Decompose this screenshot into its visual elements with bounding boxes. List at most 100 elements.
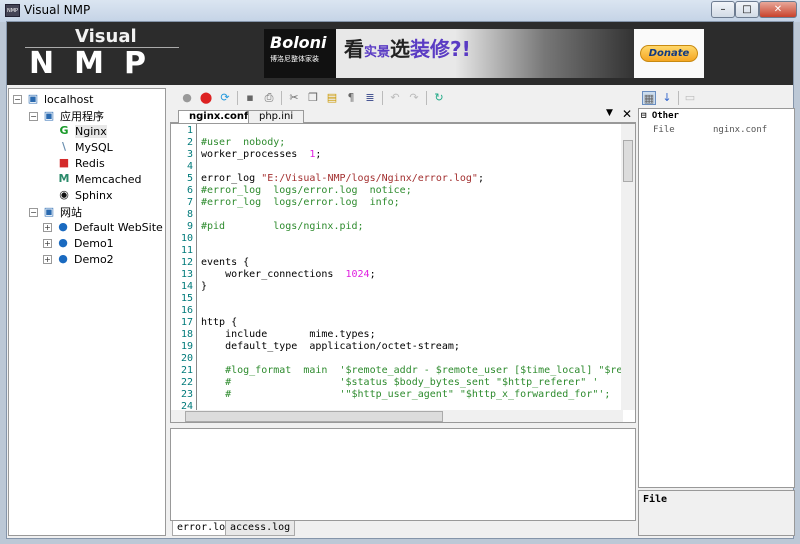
tree-node-redis[interactable]: ■ Redis [57,156,105,170]
line-number: 8 [186,209,193,220]
sort-alpha-icon[interactable]: ↓ [660,91,674,105]
code-line[interactable]: #log_format main '$remote_addr - $remote… [201,365,635,376]
stop-icon[interactable]: ⬤ [199,91,213,105]
line-number: 15 [180,293,193,304]
log-output[interactable] [170,428,636,521]
tree-node-site[interactable]: + ● Demo2 [43,252,114,266]
minimize-button[interactable]: – [711,1,735,18]
line-number: 11 [180,245,193,256]
expand-icon[interactable]: + [43,222,52,232]
code-line[interactable]: #user nobody; [201,137,285,148]
copy-icon[interactable]: ❐ [306,91,320,105]
undo-icon[interactable]: ↶ [388,91,402,105]
maximize-button[interactable]: □ [735,1,759,18]
line-number: 6 [186,185,193,196]
categorized-icon[interactable]: ▦ [642,91,656,105]
line-number: 20 [180,353,193,364]
cut-icon[interactable]: ✂ [287,91,301,105]
close-tab-icon[interactable]: ✕ [622,107,632,121]
app-icon: NMP [5,4,20,17]
code-line[interactable]: #pid logs/nginx.pid; [201,221,364,232]
tab-dropdown-icon[interactable]: ▼ [606,108,613,118]
save-icon[interactable]: ▪ [243,91,257,105]
code-line[interactable]: events { [201,257,249,268]
property-value[interactable]: nginx.conf [713,125,767,135]
properties-toolbar: ▦ ↓ ▭ [638,88,795,108]
line-number: 1 [186,125,193,136]
tree-node-site[interactable]: + ● Default WebSite [43,220,163,234]
tab-access-log[interactable]: access.log [225,521,296,536]
redo-icon[interactable]: ↷ [407,91,421,105]
code-line[interactable]: # '$status $body_bytes_sent "$http_refer… [201,377,598,388]
ad-brand: Boloni 博洛尼整体家装 [264,29,336,78]
tab-php-ini[interactable]: php.ini [248,110,305,123]
code-line[interactable]: error_log "E:/Visual-NMP/logs/Nginx/erro… [201,173,484,184]
code-line[interactable]: include mime.types; [201,329,376,340]
logo-nmp: NMP [29,46,166,81]
line-number: 23 [180,389,193,400]
tree-node-memcached[interactable]: M Memcached [57,172,142,186]
line-number: 14 [180,281,193,292]
collapse-icon[interactable]: − [13,94,22,104]
line-number: 21 [180,365,193,376]
mysql-icon: \ [61,140,67,153]
code-line[interactable]: worker_processes 1; [201,149,321,160]
server-icon: ▣ [43,109,55,122]
code-line[interactable]: default_type application/octet-stream; [201,341,460,352]
tree-node-mysql[interactable]: \ MySQL [57,140,113,154]
globe-icon: ● [58,220,68,233]
globe-icon: ● [58,252,68,265]
paragraph-icon[interactable]: ¶ [344,91,358,105]
close-button[interactable]: ✕ [759,1,797,18]
server-icon: ▣ [43,205,55,218]
code-line[interactable]: #error_log logs/error.log notice; [201,185,412,196]
print-icon[interactable]: ⎙ [262,91,276,105]
code-line[interactable]: http { [201,317,237,328]
tree-node-localhost[interactable]: − ▣ localhost [13,92,93,106]
restart-icon[interactable]: ⟳ [218,91,232,105]
code-line[interactable]: } [201,281,207,292]
line-number: 9 [186,221,193,232]
line-number: 7 [186,197,193,208]
line-gutter: 1 2 3 4 5 6 7 8 9 10 11 12 13 14 15 16 17 18 19 20 21 22 23 24 [171,124,197,412]
collapse-icon[interactable]: − [29,111,38,121]
memcached-icon: M [58,172,70,185]
refresh-icon[interactable]: ↻ [432,91,446,105]
expand-icon[interactable]: + [43,254,52,264]
server-tree[interactable]: − ▣ localhost − ▣ 应用程序 G Nginx \ MySQL ■ Redis M Me… [8,88,166,536]
line-number: 3 [186,149,193,160]
expand-icon[interactable]: + [43,238,52,248]
code-line[interactable]: worker_connections 1024; [201,269,376,280]
line-number: 22 [180,377,193,388]
collapse-icon[interactable]: − [29,207,38,217]
format-icon[interactable]: ≣ [363,91,377,105]
property-grid[interactable]: ⊟ Other File nginx.conf [638,108,795,488]
paste-icon[interactable]: ▤ [325,91,339,105]
tree-node-sphinx[interactable]: ◉ Sphinx [57,188,112,202]
editor-toolbar: ● ⬤ ⟳ ▪ ⎙ ✂ ❐ ▤ ¶ ≣ ↶ ↷ ↻ [170,88,636,108]
line-number: 19 [180,341,193,352]
property-name: File [653,125,675,135]
horizontal-scrollbar[interactable] [171,410,623,422]
line-number: 2 [186,137,193,148]
redis-icon: ■ [58,156,70,169]
code-editor[interactable]: 1 2 3 4 5 6 7 8 9 10 11 12 13 14 15 16 17 18 19 20 21 22 23 24 … [170,123,636,423]
line-number: 17 [180,317,193,328]
logo-visual: Visual [75,26,137,47]
server-icon: ▣ [27,92,39,105]
title-bar: NMP Visual NMP – □ ✕ [0,0,800,22]
line-number: 4 [186,161,193,172]
category-other[interactable]: ⊟ Other [641,111,679,121]
ad-banner[interactable]: Boloni 博洛尼整体家装 看实景选装修?! Donate [264,29,704,78]
tree-node-websites[interactable]: − ▣ 网站 [29,204,82,220]
tree-node-site[interactable]: + ● Demo1 [43,236,114,250]
tree-node-nginx[interactable]: G Nginx [57,124,107,138]
nginx-icon: G [59,124,69,137]
code-line[interactable]: #error_log logs/error.log info; [201,197,400,208]
vertical-scrollbar[interactable] [621,124,635,410]
code-line[interactable]: # '"$http_user_agent" "$http_x_forwarded… [201,389,610,400]
donate-button[interactable]: Donate [639,45,699,62]
property-pages-icon[interactable]: ▭ [683,91,697,105]
start-icon[interactable]: ● [180,91,194,105]
tree-node-apps[interactable]: − ▣ 应用程序 [29,108,104,124]
